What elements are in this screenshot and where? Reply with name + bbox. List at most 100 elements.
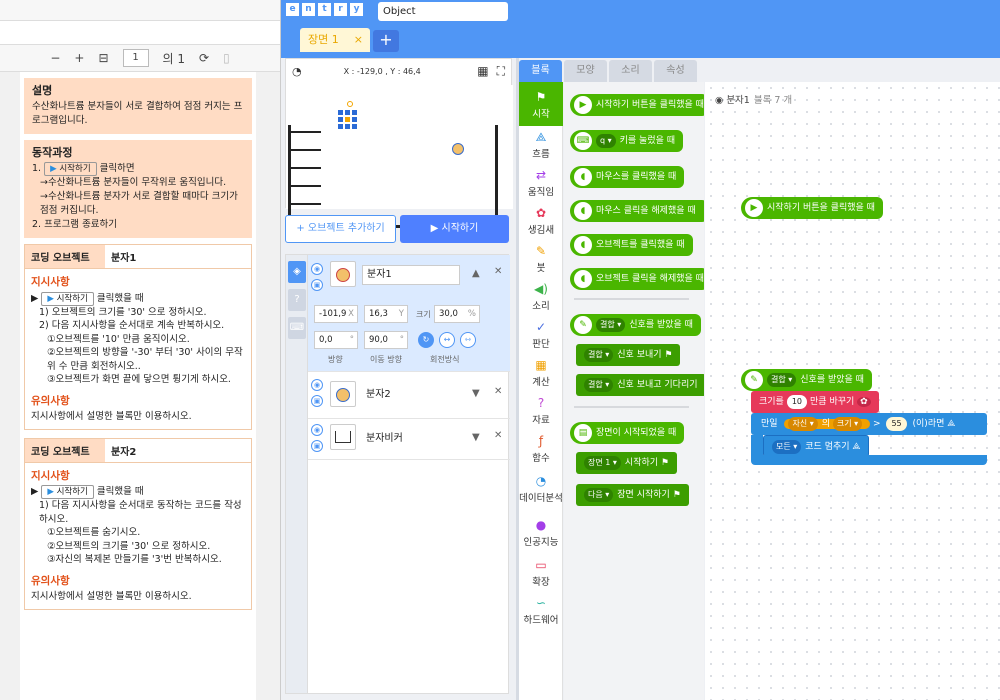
block-send-signal-wait[interactable]: 결합 ▾ 신호 보내고 기다리기 xyxy=(576,374,704,396)
tab-properties[interactable]: 속성 xyxy=(654,60,697,82)
block-when-mouse-clicked[interactable]: ◖ 마우스를 클릭했을 때 xyxy=(570,166,685,188)
block-categories: ⚑ 시작 ⟁ 흐름 ⇄ 움직임 ✿ 생김새 ✎ 붓 ◀) 소리 ✓ 판단 ▦ 계산 ? 자료 ƒ함… xyxy=(519,82,563,700)
block-when-signal-received[interactable]: ✎ 결합 ▾ 신호를 받았을 때 xyxy=(570,314,701,336)
x-field[interactable]: -101,9 X xyxy=(314,305,358,323)
object-name-input[interactable]: 분자1 xyxy=(362,265,460,285)
grid-icon[interactable]: ▦ xyxy=(477,64,488,78)
description-text: 수산화나트륨 분자들이 서로 결합하여 점점 커지는 프로그램입니다. xyxy=(32,101,243,126)
block-tabs: 블록 모양 소리 속성 xyxy=(518,58,708,82)
object1-table: 코딩 오브젝트 분자1 지시사항 ▶ ▶ 시작하기 클릭했을 때 1) 오브젝트… xyxy=(24,244,252,430)
object-name: 분자비커 xyxy=(366,433,403,444)
console-icon[interactable]: ⌨ xyxy=(288,317,306,339)
add-object-button[interactable]: + 오브젝트 추가하기 xyxy=(285,215,396,243)
direction-field[interactable]: 0,0 ° xyxy=(314,331,358,349)
instruction-line: 2) 다음 지시사항을 순서대로 계속 반복하시오. xyxy=(39,320,225,331)
category-data-analysis[interactable]: ◔ 데이터분석 xyxy=(519,474,563,504)
y-field[interactable]: 16,3 Y xyxy=(364,305,408,323)
delete-icon[interactable]: ✕ xyxy=(494,386,502,397)
collapse-icon[interactable]: ▲ xyxy=(472,268,480,279)
fullscreen-icon[interactable]: ⛶ xyxy=(497,64,505,79)
zoom-out-button[interactable]: − xyxy=(50,51,60,65)
molecule-sprite[interactable] xyxy=(452,143,464,155)
object-panel: ◈ ? ⌨ ◉ ▣ 분자1 ▲ ✕ -101,9 X 16,3 Y 크기 30,0%… xyxy=(285,254,510,694)
tab-blocks[interactable]: 블록 xyxy=(519,60,562,82)
rotate-none-icon[interactable]: ⇿ xyxy=(460,332,476,348)
two-page-icon[interactable]: ▯ xyxy=(223,51,230,65)
category-function[interactable]: ƒ 함수 xyxy=(519,434,563,464)
block-when-start-clicked[interactable]: ▶ 시작하기 버튼을 클릭했을 때 xyxy=(570,94,704,116)
help-icon[interactable]: ? xyxy=(288,289,306,311)
category-looks[interactable]: ✿ 생김새 xyxy=(519,206,563,236)
category-hardware[interactable]: ∽ 하드웨어 xyxy=(519,596,563,626)
block-send-signal[interactable]: 결합 ▾ 신호 보내기 ⚑ xyxy=(576,344,681,366)
delete-icon[interactable]: ✕ xyxy=(494,430,502,441)
block-when-object-released[interactable]: ◖ 오브젝트 클릭을 해제했을 때 xyxy=(570,268,704,290)
tab-scene-1[interactable]: 장면 1 × xyxy=(300,28,370,52)
expand-icon[interactable]: ▼ xyxy=(472,388,480,399)
visibility-icon[interactable]: ◉ xyxy=(311,263,323,275)
page-number-input[interactable]: 1 xyxy=(122,49,149,67)
category-judgement[interactable]: ✓ 판단 xyxy=(519,320,563,350)
judgement-icon: ✓ xyxy=(535,320,547,334)
visibility-icon[interactable]: ◉ xyxy=(311,379,323,391)
block-when-key-pressed[interactable]: ⌨ q ▾ 키를 눌렀을 때 xyxy=(570,130,684,152)
object-item-selected[interactable]: ◉ ▣ 분자1 ▲ ✕ -101,9 X 16,3 Y 크기 30,0% 0,0 ° … xyxy=(308,255,510,372)
beaker-sprite[interactable] xyxy=(288,125,498,228)
script-block-when-signal-received[interactable]: ✎ 결합 ▾ 신호를 받았을 때 xyxy=(741,369,872,391)
rotation-mode-label: 회전방식 xyxy=(430,355,460,364)
block-when-scene-starts[interactable]: ▤ 장면이 시작되었을 때 xyxy=(570,422,685,444)
category-brush[interactable]: ✎ 붓 xyxy=(519,244,563,274)
tab-shapes[interactable]: 모양 xyxy=(564,60,607,82)
script-block-if[interactable]: 만일 자신 ▾ 의 크기 ▾ > 55 (이)라면 ⟁ xyxy=(751,413,987,435)
category-start[interactable]: ⚑ 시작 xyxy=(519,82,563,126)
object-name: 분자2 xyxy=(366,389,391,400)
process-section: 동작과정 1. ▶ 시작하기 클릭하면 →수산화나트륨 분자들이 무작위로 움직… xyxy=(24,140,252,238)
block-start-next-scene[interactable]: 다음 ▾ 장면 시작하기 ⚑ xyxy=(576,484,689,506)
object-list-icon[interactable]: ◈ xyxy=(288,261,306,283)
category-data[interactable]: ? 자료 xyxy=(519,396,563,426)
category-extension[interactable]: ▭ 확장 xyxy=(519,558,563,588)
zoom-in-button[interactable]: + xyxy=(74,51,84,65)
category-ai[interactable]: ● 인공지능 xyxy=(519,518,563,548)
lock-icon[interactable]: ▣ xyxy=(311,279,323,291)
object-thumbnail xyxy=(330,381,356,407)
speed-icon[interactable]: ◔ xyxy=(292,65,302,78)
category-sound[interactable]: ◀) 소리 xyxy=(519,282,563,312)
expand-icon[interactable]: ▼ xyxy=(472,432,480,443)
block-when-mouse-released[interactable]: ◖ 마우스 클릭을 해제했을 때 xyxy=(570,200,704,222)
rotate-horizontal-icon[interactable]: ↔ xyxy=(439,332,455,348)
project-name-input[interactable]: Object xyxy=(378,2,508,21)
block-when-object-clicked[interactable]: ◖ 오브젝트를 클릭했을 때 xyxy=(570,234,693,256)
block-start-scene[interactable]: 장면 1 ▾ 시작하기 ⚑ xyxy=(576,452,677,474)
category-motion[interactable]: ⇄ 움직임 xyxy=(519,168,563,198)
stage-panel: ◔ X : -129,0 , Y : 46,4 ▦ ⛶ xyxy=(285,58,513,228)
move-direction-field[interactable]: 90,0 ° xyxy=(364,331,408,349)
add-scene-button[interactable]: + xyxy=(373,30,399,52)
stage-canvas[interactable] xyxy=(286,85,513,228)
coding-object-label: 코딩 오브젝트 xyxy=(25,245,105,268)
category-flow[interactable]: ⟁ 흐름 xyxy=(519,130,563,160)
rotate-free-icon[interactable]: ↻ xyxy=(418,332,434,348)
tab-sounds[interactable]: 소리 xyxy=(609,60,652,82)
mouse-icon: ◖ xyxy=(574,168,592,186)
script-block-when-start-clicked[interactable]: ▶ 시작하기 버튼을 클릭했을 때 xyxy=(741,197,883,219)
rotate-icon[interactable]: ⟳ xyxy=(199,51,209,65)
visibility-icon[interactable]: ◉ xyxy=(311,424,323,436)
lock-icon[interactable]: ▣ xyxy=(311,395,323,407)
delete-icon[interactable]: ✕ xyxy=(494,266,502,277)
object-item[interactable]: ◉ ▣ 분자비커 ▼ ✕ xyxy=(308,420,510,460)
molecule-sprite-selected[interactable] xyxy=(338,101,362,137)
close-icon[interactable]: × xyxy=(354,28,363,52)
run-button[interactable]: ▶ 시작하기 xyxy=(400,215,509,243)
note-title: 유의사항 xyxy=(31,394,70,407)
size-field[interactable]: 30,0% xyxy=(434,305,480,323)
lock-icon[interactable]: ▣ xyxy=(311,440,323,452)
object-item[interactable]: ◉ ▣ 분자2 ▼ ✕ xyxy=(308,373,510,419)
pdf-page: 설명 수산화나트륨 분자들이 서로 결합하여 점점 커지는 프로그램입니다. 동… xyxy=(20,72,256,700)
play-icon: ▶ xyxy=(574,96,592,114)
script-block-change-size[interactable]: 크기를 10 만큼 바꾸기 ✿ xyxy=(751,391,879,413)
fit-page-icon[interactable]: ⊟ xyxy=(98,51,108,65)
category-calc[interactable]: ▦ 계산 xyxy=(519,358,563,388)
script-block-stop-code[interactable]: 모든 ▾ 코드 멈추기 ⟁ xyxy=(763,435,870,457)
script-workspace[interactable]: ◉ 분자1 블록 7 개 ▶ 시작하기 버튼을 클릭했을 때 ✎ 결합 ▾ 신호를 받았… xyxy=(705,82,1000,700)
